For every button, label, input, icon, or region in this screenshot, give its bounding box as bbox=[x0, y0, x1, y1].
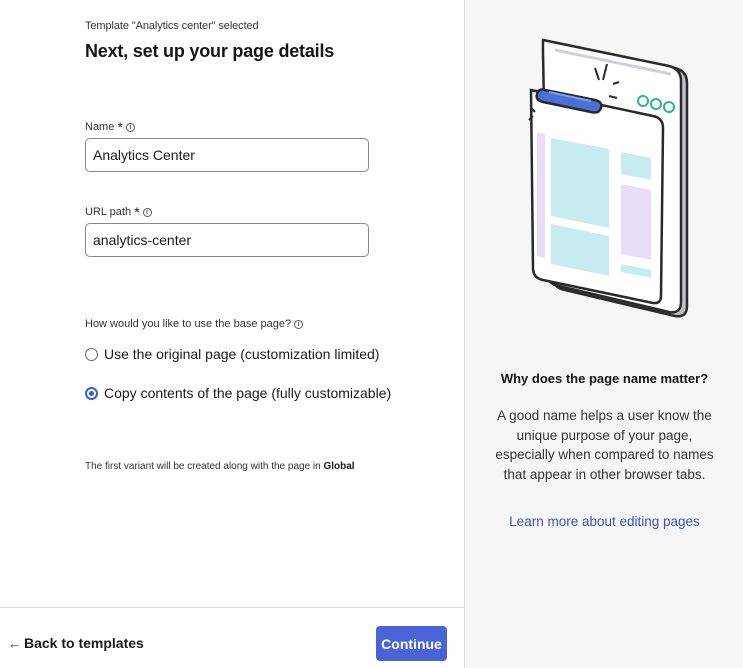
url-path-input[interactable] bbox=[85, 223, 369, 257]
name-input[interactable] bbox=[85, 138, 369, 172]
variant-note-location: Global bbox=[323, 461, 355, 472]
back-link-label: Back to templates bbox=[24, 635, 144, 651]
info-icon[interactable]: i bbox=[294, 319, 304, 329]
required-asterisk-icon: * bbox=[134, 204, 140, 220]
info-icon[interactable]: i bbox=[142, 207, 152, 217]
radio-option-label: Copy contents of the page (fully customi… bbox=[104, 385, 392, 401]
form-panel: Template "Analytics center" selected Nex… bbox=[0, 0, 464, 668]
url-path-label: URL path bbox=[85, 206, 132, 218]
radio-checked-icon[interactable] bbox=[85, 386, 98, 400]
url-label-row: URL path * i bbox=[85, 204, 152, 220]
base-page-question-text: How would you like to use the base page? bbox=[85, 318, 292, 330]
radio-option-copy[interactable]: Copy contents of the page (fully customi… bbox=[85, 385, 391, 401]
radio-option-original[interactable]: Use the original page (customization lim… bbox=[85, 346, 379, 362]
arrow-left-icon: ← bbox=[8, 635, 21, 651]
variant-note: The first variant will be created along … bbox=[85, 461, 355, 472]
continue-button[interactable]: Continue bbox=[376, 626, 447, 661]
help-panel: Why does the page name matter? A good na… bbox=[464, 0, 743, 668]
template-selected-note: Template "Analytics center" selected bbox=[85, 20, 259, 32]
name-label: Name bbox=[85, 121, 115, 133]
radio-option-label: Use the original page (customization lim… bbox=[104, 346, 380, 362]
footer-divider bbox=[0, 607, 464, 608]
browser-window-illustration bbox=[528, 38, 689, 318]
help-title: Why does the page name matter? bbox=[500, 371, 709, 386]
info-icon[interactable]: i bbox=[125, 122, 135, 132]
base-page-question: How would you like to use the base page?… bbox=[85, 318, 304, 330]
help-body: A good name helps a user know the unique… bbox=[495, 408, 714, 482]
variant-note-text: The first variant will be created along … bbox=[85, 461, 321, 472]
back-to-templates-link[interactable]: ← Back to templates bbox=[8, 635, 144, 651]
learn-more-link[interactable]: Learn more about editing pages bbox=[465, 514, 743, 529]
page-title: Next, set up your page details bbox=[85, 41, 335, 61]
radio-unchecked-icon[interactable] bbox=[85, 347, 98, 361]
name-label-row: Name * i bbox=[85, 119, 135, 135]
required-asterisk-icon: * bbox=[117, 119, 123, 135]
